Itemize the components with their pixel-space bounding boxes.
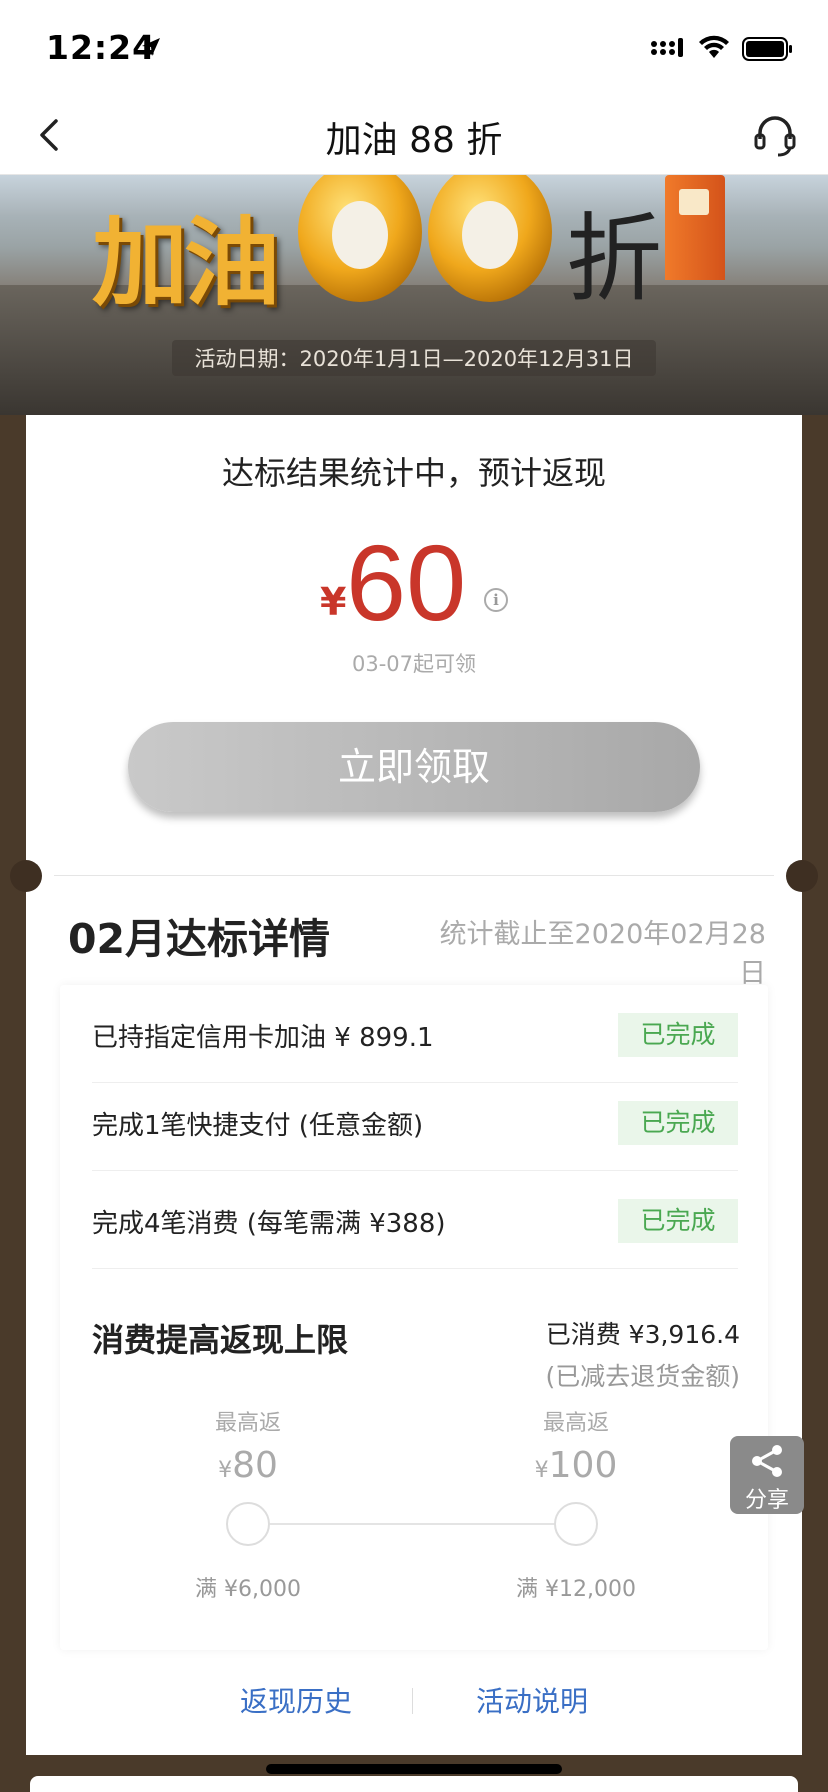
nav-bar: 加油 88 折 xyxy=(0,95,828,175)
requirement-row: 完成1笔快捷支付 (任意金额) 已完成 xyxy=(92,1073,738,1171)
tier-currency: ¥ xyxy=(534,1458,549,1483)
tier-1: 最高返 ¥80 xyxy=(148,1405,348,1486)
cashback-value: 60 xyxy=(346,522,467,643)
tier-2: 最高返 ¥100 xyxy=(476,1405,676,1486)
share-label: 分享 xyxy=(744,1488,789,1513)
promo-banner: 加油 折 活动日期：2020年1月1日—2020年12月31日 xyxy=(0,175,828,415)
tier-currency: ¥ xyxy=(218,1458,233,1483)
cashback-history-link[interactable]: 返现历史 xyxy=(240,1680,352,1720)
requirement-label: 已持指定信用卡加油 ¥ 899.1 xyxy=(92,1023,434,1053)
status-badge: 已完成 xyxy=(618,1013,738,1057)
status-bar: 12:24 xyxy=(0,0,828,100)
tier-amount: 100 xyxy=(548,1445,618,1486)
home-indicator[interactable] xyxy=(266,1764,562,1774)
raise-cap-title: 消费提高返现上限 xyxy=(92,1321,349,1359)
banner-discount-char: 折 xyxy=(566,203,662,315)
currency-symbol: ¥ xyxy=(320,580,347,624)
divider xyxy=(54,875,774,876)
spent-amount: 已消费 ¥3,916.4 xyxy=(545,1320,740,1349)
requirement-row: 完成4笔消费 (每笔需满 ¥388) 已完成 xyxy=(92,1171,738,1269)
available-date: 03-07起可领 xyxy=(351,652,477,676)
tier-cap-label: 最高返 xyxy=(542,1411,609,1436)
wifi-icon xyxy=(699,35,729,58)
banner-headline: 加油 xyxy=(92,206,280,319)
tier-1-node xyxy=(226,1502,270,1546)
activity-rules-link[interactable]: 活动说明 xyxy=(476,1680,588,1720)
result-status-text: 达标结果统计中，预计返现 xyxy=(221,454,606,492)
banner-88-graphic xyxy=(298,175,552,302)
requirement-label: 完成1笔快捷支付 (任意金额) xyxy=(92,1111,424,1141)
info-icon[interactable]: i xyxy=(484,588,508,612)
claim-button[interactable]: 立即领取 xyxy=(128,722,700,812)
tier-amount: 80 xyxy=(232,1445,278,1486)
customer-service-headset-icon[interactable] xyxy=(752,111,798,159)
location-arrow-icon xyxy=(142,38,160,56)
tier-cap-label: 最高返 xyxy=(214,1411,281,1436)
requirements-panel: 已持指定信用卡加油 ¥ 899.1 已完成 完成1笔快捷支付 (任意金额) 已完… xyxy=(60,985,768,1650)
link-separator xyxy=(412,1688,413,1714)
tier-condition: 满 ¥6,000 xyxy=(195,1577,301,1602)
cashback-amount: ¥ 60 xyxy=(320,520,570,643)
battery-icon xyxy=(742,37,792,61)
share-button[interactable]: 分享 xyxy=(730,1436,804,1514)
page-title: 加油 88 折 xyxy=(325,120,503,161)
stat-cutoff-date: 统计截止至2020年02月28日 xyxy=(439,919,766,989)
footer-links: 返现历史 活动说明 xyxy=(26,1680,802,1730)
tier-progress-track xyxy=(270,1523,558,1525)
section-title: 02月达标详情 xyxy=(68,915,331,963)
requirement-label: 完成4笔消费 (每笔需满 ¥388) xyxy=(92,1209,446,1239)
cellular-signal-icon xyxy=(651,38,683,57)
fuel-pump-icon xyxy=(665,175,725,280)
share-icon xyxy=(752,1445,782,1477)
tier-condition: 满 ¥12,000 xyxy=(516,1577,636,1602)
status-badge: 已完成 xyxy=(618,1199,738,1243)
refund-note: (已减去退货金额) xyxy=(545,1362,740,1391)
status-badge: 已完成 xyxy=(618,1101,738,1145)
activity-date-range: 活动日期：2020年1月1日—2020年12月31日 xyxy=(172,340,656,376)
tier-2-node xyxy=(554,1502,598,1546)
requirement-row: 已持指定信用卡加油 ¥ 899.1 已完成 xyxy=(92,985,738,1083)
